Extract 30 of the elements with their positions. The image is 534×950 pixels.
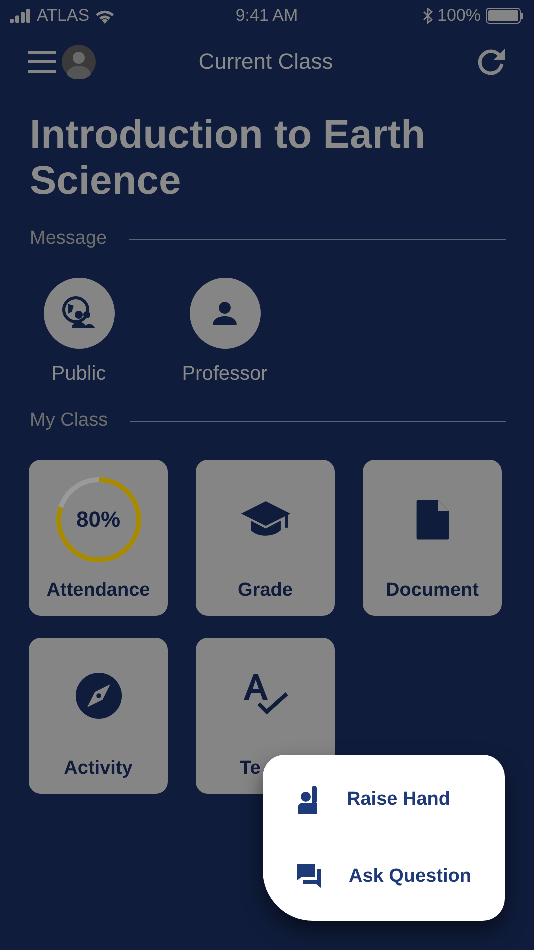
carrier-name: ATLAS	[37, 6, 90, 26]
progress-value: 80%	[76, 509, 121, 531]
chat-bubbles-icon	[297, 864, 323, 890]
contact-button[interactable]: Public	[29, 278, 129, 386]
menu-item[interactable]: Ask Question	[263, 864, 505, 890]
class-tile[interactable]: Document	[363, 460, 502, 616]
avatar[interactable]	[62, 45, 96, 79]
battery-icon	[486, 8, 524, 24]
class-tile[interactable]: Activity	[29, 638, 168, 794]
document-icon	[414, 498, 450, 542]
class-tile[interactable]: 80% Attendance	[29, 460, 168, 616]
class-tile[interactable]: Grade	[196, 460, 335, 616]
contact-button[interactable]: Professor	[175, 278, 275, 386]
wifi-icon	[94, 8, 115, 24]
refresh-icon[interactable]	[476, 47, 506, 77]
tile-label: Attendance	[46, 580, 150, 602]
section-label: Message	[30, 228, 108, 250]
tile-label: Te	[240, 758, 261, 780]
bluetooth-icon	[422, 8, 433, 24]
tile-label: Grade	[238, 580, 293, 602]
battery-percentage: 100%	[438, 6, 481, 26]
signal-icon	[10, 9, 32, 23]
course-title: Introduction to Earth Science	[30, 112, 427, 204]
menu-icon[interactable]	[28, 50, 56, 74]
tile-label: Activity	[64, 758, 133, 780]
clock-time: 9:41 AM	[236, 6, 298, 26]
tile-label: Document	[386, 580, 479, 602]
section-label: My Class	[30, 410, 108, 432]
screen-title: Current Class	[198, 49, 334, 75]
compass-icon	[74, 672, 122, 720]
